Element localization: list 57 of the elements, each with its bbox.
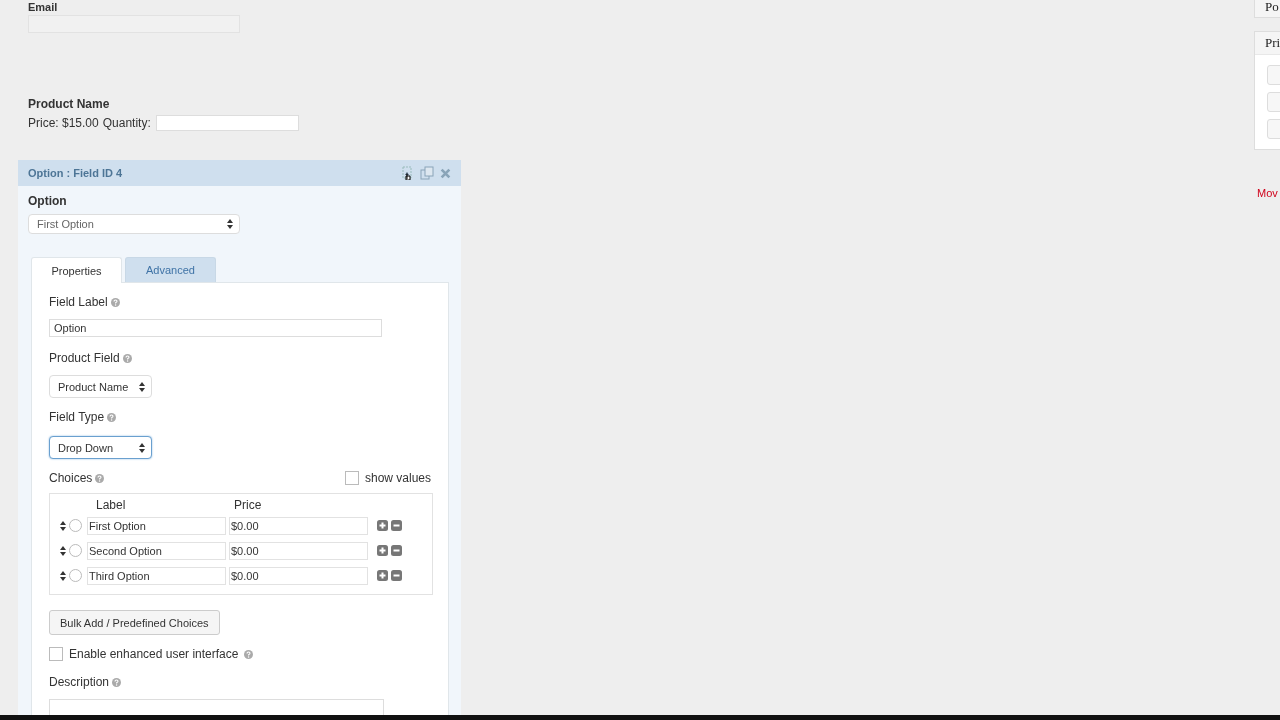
choice-price-input[interactable]: $0.00	[229, 566, 368, 585]
choice-price-input[interactable]: $0.00	[229, 541, 368, 560]
panel-title: Pri	[1255, 32, 1280, 55]
checkbox-label: show values	[364, 471, 431, 485]
help-icon[interactable]	[112, 677, 122, 687]
duplicate-icon[interactable]	[420, 166, 434, 180]
panel-title: Option : Field ID 4	[28, 167, 123, 179]
column-header: Label	[96, 498, 127, 512]
choice-label-input[interactable]: Third Option	[87, 566, 226, 585]
move-link[interactable]: Mov	[1254, 187, 1280, 199]
help-icon[interactable]	[244, 649, 254, 659]
help-icon[interactable]	[122, 353, 132, 363]
field-label-input[interactable]: Option	[49, 319, 382, 337]
quantity-label: Quantity:	[102, 116, 151, 130]
choice-label-input[interactable]: Second Option	[87, 541, 226, 560]
select-arrows-icon	[139, 442, 145, 453]
choice-price-input[interactable]: $0.00	[229, 516, 368, 535]
option-select[interactable]: First Option	[28, 214, 240, 234]
panel-title: Po	[1255, 0, 1280, 17]
product-field-select[interactable]: Product Name	[49, 375, 152, 398]
sort-handle-icon[interactable]	[60, 545, 66, 556]
field-label: Choices	[49, 471, 93, 485]
remove-icon[interactable]	[391, 570, 402, 581]
field-label: Field Label	[49, 295, 108, 309]
help-icon[interactable]	[107, 412, 117, 422]
radio-button[interactable]	[69, 519, 82, 532]
field-label: Description	[49, 675, 110, 689]
option-label: Option	[28, 194, 68, 208]
help-icon[interactable]	[110, 297, 120, 307]
radio-button[interactable]	[69, 569, 82, 582]
checkbox[interactable]	[49, 647, 63, 661]
add-icon[interactable]	[377, 545, 388, 556]
checkbox[interactable]	[344, 471, 359, 485]
select-arrows-icon	[227, 219, 233, 229]
remove-icon[interactable]	[391, 520, 402, 531]
close-icon[interactable]	[440, 167, 451, 179]
tab[interactable]: Advanced	[125, 257, 216, 282]
sort-handle-icon[interactable]	[60, 520, 66, 531]
choice-label-input[interactable]: First Option	[87, 516, 226, 535]
field-label: Product Field	[49, 351, 120, 365]
add-icon[interactable]	[377, 570, 388, 581]
bulk-add-button[interactable]: Bulk Add / Predefined Choices	[49, 610, 220, 635]
field-label: Field Type	[49, 410, 105, 424]
remove-icon[interactable]	[391, 545, 402, 556]
select-arrows-icon	[139, 381, 145, 392]
checkbox-label: Enable enhanced user interface	[69, 647, 239, 661]
column-header: Price	[234, 498, 262, 512]
radio-button[interactable]	[69, 544, 82, 557]
price-text: Price: $15.00	[28, 116, 99, 130]
add-icon[interactable]	[377, 520, 388, 531]
field-type-select[interactable]: Drop Down	[49, 436, 152, 459]
product-name: Product Name	[28, 97, 111, 111]
tab[interactable]: Properties	[31, 257, 122, 283]
sort-handle-icon[interactable]	[60, 570, 66, 581]
field-label: Email	[28, 2, 58, 13]
quantity-field[interactable]	[155, 115, 299, 131]
help-icon[interactable]	[95, 473, 105, 483]
